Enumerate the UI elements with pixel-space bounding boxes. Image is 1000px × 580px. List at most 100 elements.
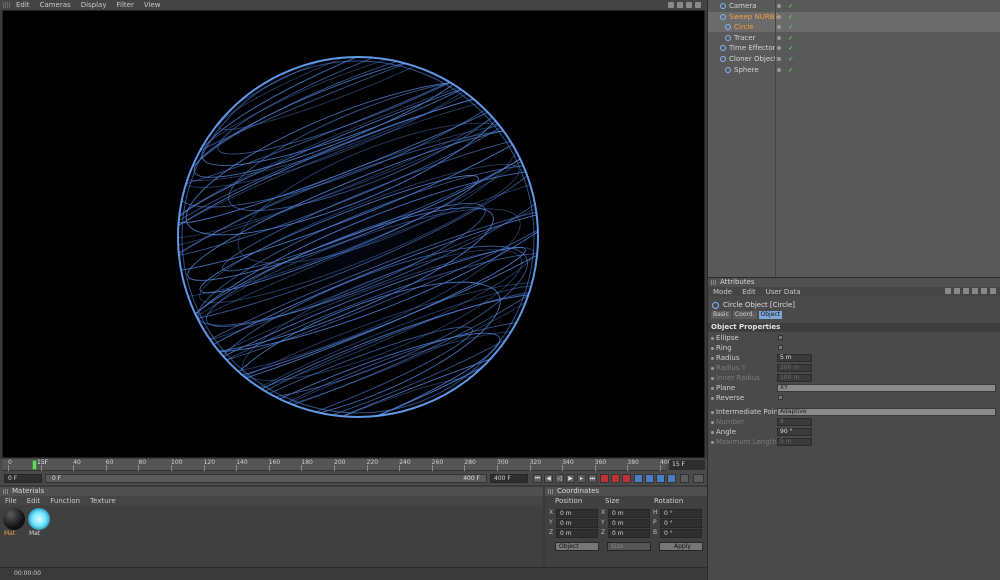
menu-edit[interactable]: Edit <box>11 0 35 10</box>
animation-dot-icon[interactable] <box>711 441 714 444</box>
materials-menu-file[interactable]: File <box>0 497 22 505</box>
forward-arrow-icon[interactable] <box>963 288 969 294</box>
apply-button[interactable]: Apply <box>659 542 703 551</box>
enabled-check-icon[interactable]: ✓ <box>788 33 794 43</box>
visibility-dots[interactable] <box>777 67 781 72</box>
key-scale-button[interactable] <box>645 474 654 483</box>
back-arrow-icon[interactable] <box>945 288 951 294</box>
object-name[interactable]: Tracer <box>734 33 755 43</box>
object-name[interactable]: Circle <box>734 22 754 32</box>
go-to-end-button[interactable]: ⏭ <box>588 474 597 483</box>
menu-filter[interactable]: Filter <box>112 0 139 10</box>
menu-view[interactable]: View <box>139 0 166 10</box>
3d-viewport[interactable] <box>2 10 705 458</box>
visibility-dots[interactable] <box>777 25 781 30</box>
lock-icon[interactable] <box>981 288 987 294</box>
step-back-button[interactable]: ◀ <box>544 474 553 483</box>
animation-dot-icon[interactable] <box>711 397 714 400</box>
visibility-dots[interactable] <box>777 46 781 51</box>
object-row[interactable]: Tracer ✓ <box>708 33 1000 43</box>
menu-cameras[interactable]: Cameras <box>35 0 76 10</box>
enabled-check-icon[interactable]: ✓ <box>788 43 794 53</box>
move-view-icon[interactable] <box>668 2 674 8</box>
step-forward-button[interactable]: ▸ <box>577 474 586 483</box>
size-field[interactable]: 0 m <box>608 509 650 518</box>
object-name[interactable]: Time Effector <box>729 43 776 53</box>
materials-menu-texture[interactable]: Texture <box>85 497 121 505</box>
position-field[interactable]: 0 m <box>556 509 598 518</box>
material-swatch-glow[interactable]: Mat <box>28 508 50 538</box>
materials-menu-edit[interactable]: Edit <box>22 497 46 505</box>
key-pla-button[interactable] <box>680 474 689 483</box>
preview-range-slider[interactable]: 0 F 400 F <box>45 474 487 483</box>
go-to-start-button[interactable]: ⏮ <box>533 474 542 483</box>
animation-dot-icon[interactable] <box>711 347 714 350</box>
key-rotation-button[interactable] <box>656 474 665 483</box>
position-field[interactable]: 0 m <box>556 529 598 538</box>
coordinate-mode-dropdown[interactable]: Object <box>555 542 599 551</box>
object-row[interactable]: Time Effector ✓ <box>708 43 1000 53</box>
property-checkbox[interactable] <box>778 345 783 350</box>
property-checkbox[interactable] <box>778 335 783 340</box>
animation-dot-icon[interactable] <box>711 357 714 360</box>
animation-dot-icon[interactable] <box>711 421 714 424</box>
property-value-field[interactable]: 5 m <box>777 354 812 362</box>
search-icon[interactable] <box>972 288 978 294</box>
position-field[interactable]: 0 m <box>556 519 598 528</box>
keyframe-selection-button[interactable] <box>622 474 631 483</box>
animation-dot-icon[interactable] <box>711 377 714 380</box>
key-parameter-button[interactable] <box>667 474 676 483</box>
size-field[interactable]: 0 m <box>608 519 650 528</box>
size-field[interactable]: 0 m <box>608 529 650 538</box>
object-name[interactable]: Sphere <box>734 65 759 75</box>
enabled-check-icon[interactable]: ✓ <box>788 12 794 22</box>
attributes-menu-edit[interactable]: Edit <box>737 288 761 296</box>
object-name[interactable]: Camera <box>729 1 756 11</box>
object-row[interactable]: Cloner Object ✓ <box>708 54 1000 64</box>
maximize-view-icon[interactable] <box>695 2 701 8</box>
attributes-menu-mode[interactable]: Mode <box>708 288 737 296</box>
rotation-field[interactable]: 0 ° <box>660 529 702 538</box>
panel-grip[interactable] <box>3 2 11 8</box>
key-position-button[interactable] <box>634 474 643 483</box>
end-frame-field[interactable]: 400 F <box>490 474 528 483</box>
animation-dot-icon[interactable] <box>711 337 714 340</box>
record-button[interactable] <box>600 474 609 483</box>
menu-display[interactable]: Display <box>76 0 112 10</box>
property-checkbox[interactable] <box>778 395 783 400</box>
dolly-view-icon[interactable] <box>677 2 683 8</box>
size-mode-dropdown[interactable]: Size <box>607 542 651 551</box>
property-dropdown[interactable]: XY <box>777 384 996 392</box>
attributes-menu-userdata[interactable]: User Data <box>761 288 806 296</box>
rotation-field[interactable]: 0 ° <box>660 519 702 528</box>
current-frame-field[interactable]: 15 F <box>669 460 705 470</box>
play-button[interactable]: ▶ <box>566 474 575 483</box>
enabled-check-icon[interactable]: ✓ <box>788 1 794 11</box>
object-name[interactable]: Sweep NURBS <box>729 12 779 22</box>
rotate-view-icon[interactable] <box>686 2 692 8</box>
property-dropdown[interactable]: Adaptive <box>777 408 996 416</box>
object-row[interactable]: Circle ✓ <box>708 22 1000 33</box>
timeline-ruler[interactable]: 15F 020406080100120140160180200220240260… <box>2 459 671 471</box>
materials-menu-function[interactable]: Function <box>45 497 85 505</box>
visibility-dots[interactable] <box>777 35 781 40</box>
start-frame-field[interactable]: 0 F <box>4 474 42 483</box>
up-arrow-icon[interactable] <box>954 288 960 294</box>
visibility-dots[interactable] <box>777 14 781 19</box>
visibility-dots[interactable] <box>777 4 781 8</box>
object-row[interactable]: Camera ✓ <box>708 1 1000 11</box>
object-row[interactable]: Sweep NURBS ✓ <box>708 11 1000 22</box>
object-name[interactable]: Cloner Object <box>729 54 777 64</box>
autokey-button[interactable] <box>611 474 620 483</box>
enabled-check-icon[interactable]: ✓ <box>788 54 794 64</box>
enabled-check-icon[interactable]: ✓ <box>788 22 794 32</box>
tab-basic[interactable]: Basic <box>711 311 731 319</box>
play-backward-button[interactable]: ◁ <box>555 474 564 483</box>
animation-dot-icon[interactable] <box>711 431 714 434</box>
property-value-field[interactable]: 90 ° <box>777 428 812 436</box>
tab-coord[interactable]: Coord. <box>732 311 757 319</box>
timeline-options-button[interactable] <box>693 474 704 483</box>
new-panel-icon[interactable] <box>990 288 996 294</box>
animation-dot-icon[interactable] <box>711 411 714 414</box>
object-row[interactable]: Sphere ✓ <box>708 65 1000 75</box>
